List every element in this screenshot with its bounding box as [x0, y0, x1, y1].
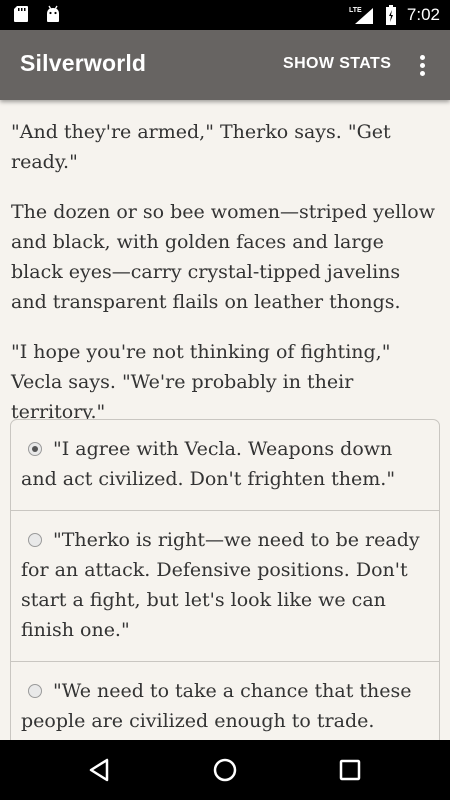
sd-card-icon	[14, 6, 28, 22]
choice-text: "We need to take a chance that these peo…	[21, 680, 412, 732]
radio-button[interactable]	[28, 533, 42, 547]
show-stats-button[interactable]: SHOW STATS	[283, 55, 391, 73]
status-bar: LTE 7:02	[0, 0, 450, 30]
story-paragraph: The dozen or so bee women—striped yellow…	[11, 201, 435, 313]
navigation-bar	[0, 740, 450, 800]
android-icon	[47, 5, 59, 22]
story-paragraph: "And they're armed," Therko says. "Get r…	[11, 121, 391, 173]
more-vert-icon[interactable]	[412, 52, 432, 80]
clock: 7:02	[406, 5, 440, 24]
back-icon[interactable]	[85, 755, 115, 785]
home-icon[interactable]	[210, 755, 240, 785]
svg-text:LTE: LTE	[349, 7, 362, 14]
choice-text: "Therko is right—we need to be ready for…	[21, 529, 420, 641]
choice-option[interactable]: "I agree with Vecla. Weapons down and ac…	[11, 420, 439, 510]
battery-icon	[385, 5, 396, 25]
radio-button[interactable]	[28, 684, 42, 698]
story-paragraph: "I hope you're not thinking of fighting,…	[11, 341, 391, 423]
lte-signal-icon: LTE	[349, 7, 373, 24]
choice-option[interactable]: "We need to take a chance that these peo…	[11, 661, 439, 740]
choice-text: "I agree with Vecla. Weapons down and ac…	[21, 438, 396, 490]
recents-icon[interactable]	[335, 755, 365, 785]
choice-option[interactable]: "Therko is right—we need to be ready for…	[11, 510, 439, 661]
app-title: Silverworld	[20, 50, 147, 76]
choice-list: "I agree with Vecla. Weapons down and ac…	[10, 419, 440, 740]
app-bar: Silverworld SHOW STATS	[0, 30, 450, 100]
radio-button-selected[interactable]	[28, 442, 42, 456]
story-content[interactable]: "And they're armed," Therko says. "Get r…	[0, 100, 450, 740]
